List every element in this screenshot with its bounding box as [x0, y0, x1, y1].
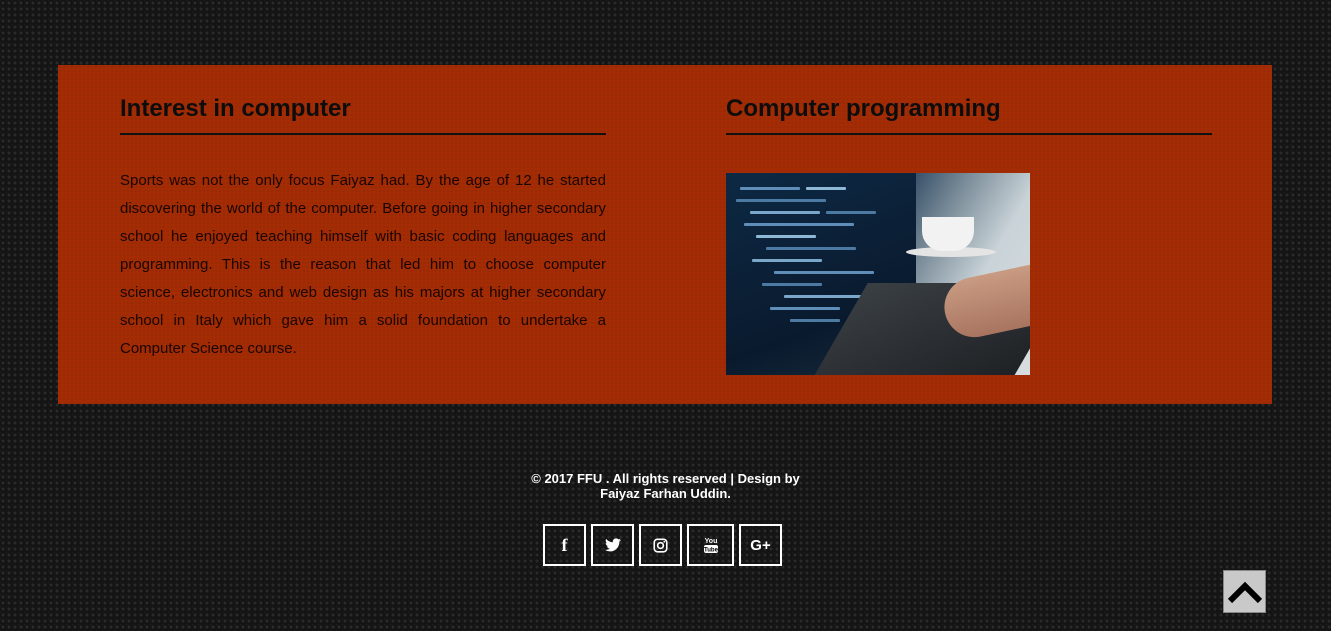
- instagram-icon: [653, 537, 668, 553]
- programming-section: Computer programming: [726, 65, 1212, 375]
- instagram-button[interactable]: [639, 524, 682, 566]
- facebook-button[interactable]: f: [543, 524, 586, 566]
- twitter-button[interactable]: [591, 524, 634, 566]
- scroll-to-top-button[interactable]: [1223, 570, 1266, 613]
- copyright-text: © 2017 FFU . All rights reserved | Desig…: [500, 471, 831, 501]
- svg-text:Tube: Tube: [704, 548, 719, 554]
- google-plus-icon: G+: [750, 536, 771, 554]
- interest-section: Interest in computer Sports was not the …: [120, 65, 606, 363]
- facebook-icon: f: [561, 534, 568, 555]
- interest-body: Sports was not the only focus Faiyaz had…: [120, 172, 606, 357]
- svg-text:You: You: [704, 538, 717, 545]
- chevron-up-icon: [1227, 581, 1262, 603]
- twitter-icon: [604, 538, 621, 552]
- copyright-line-2: Faiyaz Farhan Uddin.: [600, 486, 731, 501]
- youtube-button[interactable]: You Tube: [687, 524, 734, 566]
- programming-title: Computer programming: [726, 65, 1212, 135]
- social-links: f You Tube G+: [543, 524, 782, 566]
- google-plus-button[interactable]: G+: [739, 524, 782, 566]
- interest-title: Interest in computer: [120, 65, 606, 135]
- content-panel: Interest in computer Sports was not the …: [58, 65, 1272, 404]
- youtube-icon: You Tube: [703, 538, 719, 554]
- laptop-coding-photo: [726, 173, 1030, 375]
- copyright-line-1: © 2017 FFU . All rights reserved | Desig…: [531, 471, 800, 486]
